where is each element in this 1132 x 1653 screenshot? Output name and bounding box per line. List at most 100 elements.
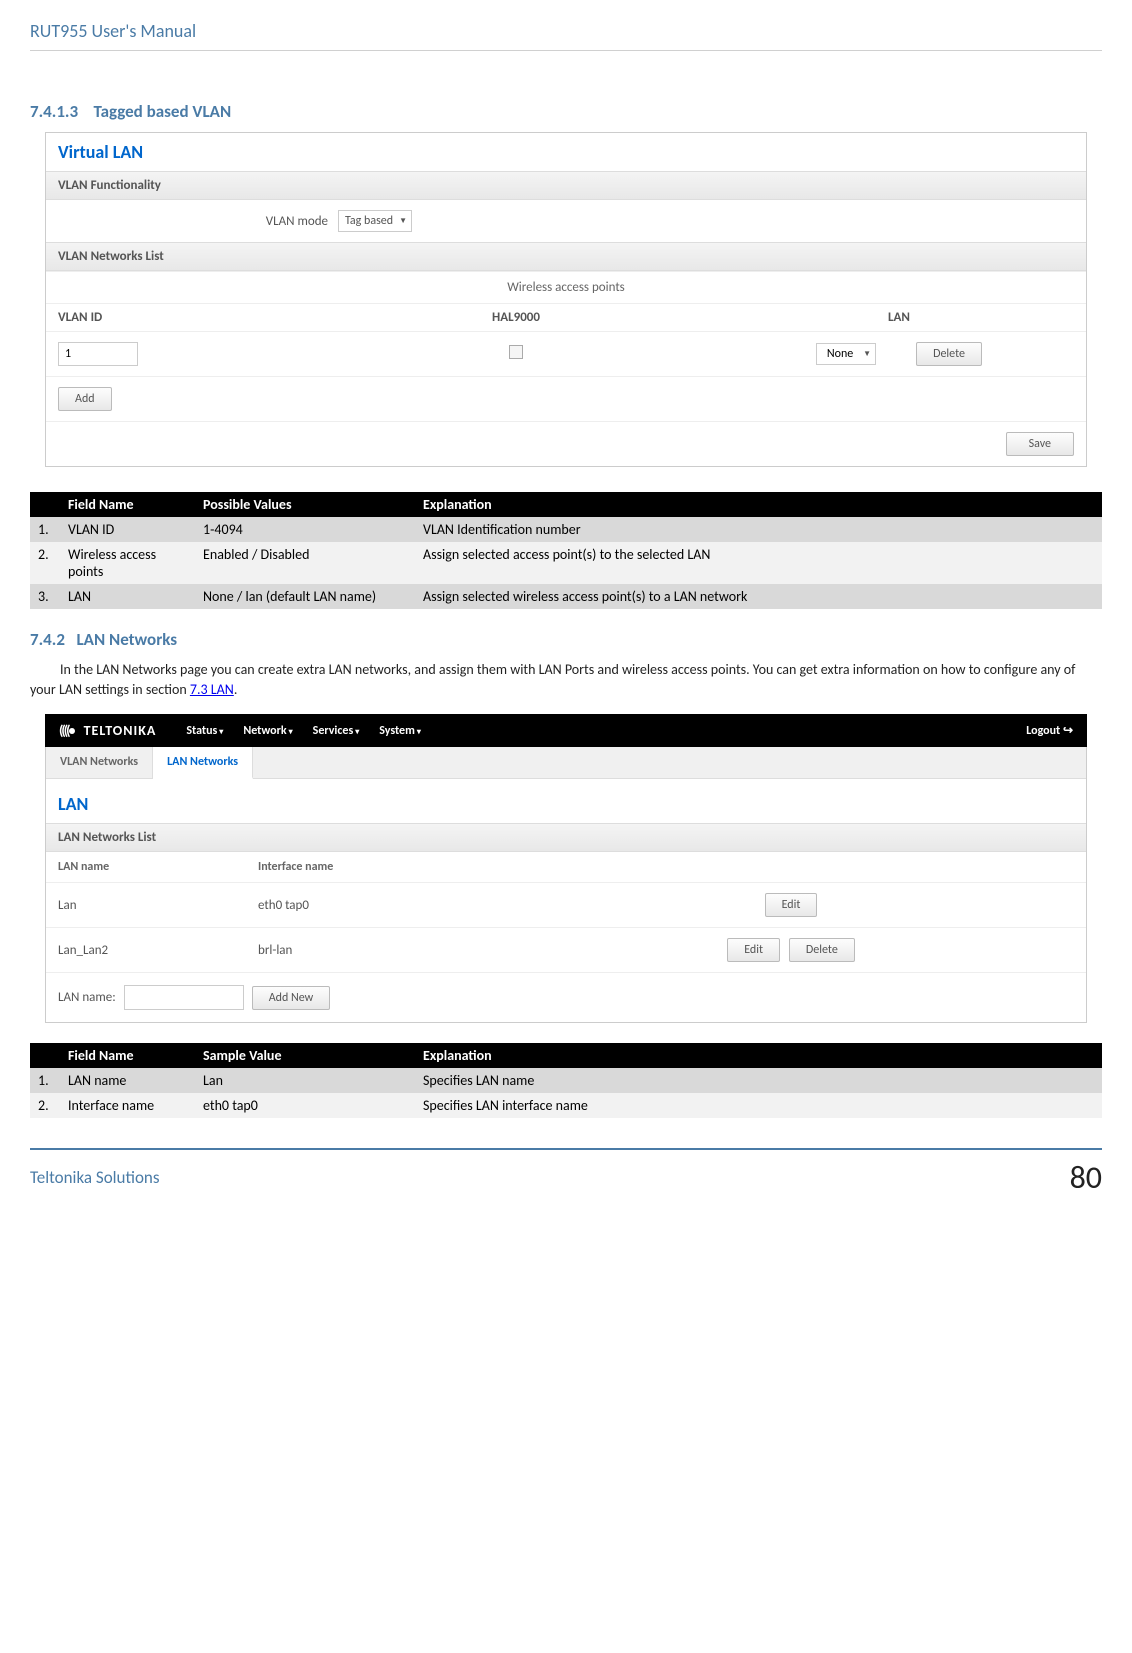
- delete-button[interactable]: Delete: [789, 938, 855, 962]
- table-row: 1. VLAN ID 1-4094 VLAN Identification nu…: [30, 517, 1102, 542]
- screenshot-virtual-lan: Virtual LAN VLAN Functionality VLAN mode…: [45, 132, 1087, 467]
- th-values: Sample Value: [195, 1043, 415, 1068]
- lan-select[interactable]: None: [816, 343, 876, 365]
- cell: LAN name: [60, 1068, 195, 1093]
- cell: Wireless access points: [60, 542, 195, 584]
- document-header: RUT955 User's Manual: [30, 20, 1102, 51]
- vlan-id-input[interactable]: 1: [58, 342, 138, 366]
- cell: VLAN Identification number: [415, 517, 1102, 542]
- th-num: [30, 1043, 60, 1068]
- cell: 3.: [30, 584, 60, 609]
- cell: 1.: [30, 1068, 60, 1093]
- page-number: 80: [1070, 1158, 1102, 1197]
- footer: Teltonika Solutions 80: [30, 1150, 1102, 1197]
- teltonika-logo: ((((• TELTONIKA: [59, 722, 156, 739]
- cell: Assign selected wireless access point(s)…: [415, 584, 1102, 609]
- page-title: LAN: [46, 779, 1086, 823]
- tab-bar: VLAN Networks LAN Networks: [46, 747, 1086, 779]
- section-name: Tagged based VLAN: [93, 101, 231, 122]
- cell: 2.: [30, 1093, 60, 1118]
- th-explanation: Explanation: [415, 1043, 1102, 1068]
- save-button-row: Save: [46, 421, 1086, 466]
- th-values: Possible Values: [195, 492, 415, 517]
- nav-logout[interactable]: Logout ↪: [1026, 723, 1073, 738]
- lan-name-label: LAN name:: [58, 990, 116, 1005]
- cell: Enabled / Disabled: [195, 542, 415, 584]
- vlan-mode-select[interactable]: Tag based: [338, 210, 412, 232]
- panel-vlan-networks: VLAN Networks List: [46, 242, 1086, 271]
- lan-name-input[interactable]: [124, 985, 244, 1010]
- logout-icon: ↪: [1063, 724, 1073, 738]
- add-button-row: Add: [46, 377, 1086, 421]
- cell: 1-4094: [195, 517, 415, 542]
- footer-company: Teltonika Solutions: [30, 1167, 160, 1188]
- cell: Specifies LAN interface name: [415, 1093, 1102, 1118]
- nav-network[interactable]: Network▾: [243, 724, 292, 738]
- cell: Specifies LAN name: [415, 1068, 1102, 1093]
- col-vlan-id: VLAN ID: [58, 310, 308, 325]
- vlan-data-row: 1 None Delete: [46, 332, 1086, 377]
- table-lan-fields: Field Name Sample Value Explanation 1. L…: [30, 1043, 1102, 1118]
- form-row-vlan-mode: VLAN mode Tag based: [46, 200, 1086, 242]
- body-paragraph: In the LAN Networks page you can create …: [30, 660, 1102, 699]
- hal9000-checkbox[interactable]: [509, 345, 523, 359]
- col-lan-name: LAN name: [58, 860, 258, 874]
- nav-status[interactable]: Status▾: [186, 724, 223, 738]
- th-explanation: Explanation: [415, 492, 1102, 517]
- tab-vlan-networks[interactable]: VLAN Networks: [46, 747, 153, 778]
- table-row: 3. LAN None / lan (default LAN name) Ass…: [30, 584, 1102, 609]
- table-vlan-fields: Field Name Possible Values Explanation 1…: [30, 492, 1102, 609]
- edit-button[interactable]: Edit: [765, 893, 818, 917]
- nav-services[interactable]: Services▾: [313, 724, 360, 738]
- col-lan: LAN: [724, 310, 1074, 325]
- wireless-ap-label: Wireless access points: [46, 271, 1086, 303]
- tab-lan-networks[interactable]: LAN Networks: [153, 747, 253, 779]
- navigation-bar: ((((• TELTONIKA Status▾ Network▾ Service…: [45, 714, 1087, 747]
- panel-vlan-functionality: VLAN Functionality: [46, 171, 1086, 200]
- section-title-tagged-vlan: 7.4.1.3 Tagged based VLAN: [30, 101, 1102, 122]
- chevron-down-icon: ▾: [289, 727, 293, 737]
- col-interface-name: Interface name: [258, 860, 508, 874]
- cell: 2.: [30, 542, 60, 584]
- add-lan-row: LAN name: Add New: [46, 973, 1086, 1022]
- lan-name-value: Lan: [58, 898, 258, 913]
- section-title-lan-networks: 7.4.2 LAN Networks: [30, 629, 1102, 650]
- cell: LAN: [60, 584, 195, 609]
- chevron-down-icon: ▾: [417, 727, 421, 737]
- delete-button[interactable]: Delete: [916, 342, 982, 366]
- cell: None / lan (default LAN name): [195, 584, 415, 609]
- vlan-column-headers: VLAN ID HAL9000 LAN: [46, 303, 1086, 332]
- cell: Assign selected access point(s) to the s…: [415, 542, 1102, 584]
- lan-name-value: Lan_Lan2: [58, 943, 258, 958]
- col-hal9000: HAL9000: [308, 310, 724, 325]
- interface-name-value: brl-lan: [258, 943, 508, 958]
- table-row: 1. LAN name Lan Specifies LAN name: [30, 1068, 1102, 1093]
- save-button[interactable]: Save: [1006, 432, 1074, 456]
- th-field: Field Name: [60, 1043, 195, 1068]
- page-title: Virtual LAN: [46, 133, 1086, 171]
- lan-column-headers: LAN name Interface name: [46, 852, 1086, 883]
- nav-system[interactable]: System▾: [379, 724, 421, 738]
- table-row: 2. Wireless access points Enabled / Disa…: [30, 542, 1102, 584]
- cell: 1.: [30, 517, 60, 542]
- chevron-down-icon: ▾: [219, 727, 223, 737]
- interface-name-value: eth0 tap0: [258, 898, 508, 913]
- vlan-mode-label: VLAN mode: [58, 214, 338, 229]
- add-button[interactable]: Add: [58, 387, 112, 411]
- cell: eth0 tap0: [195, 1093, 415, 1118]
- document-page: RUT955 User's Manual 7.4.1.3 Tagged base…: [0, 0, 1132, 1653]
- link-7-3-lan[interactable]: 7.3 LAN: [190, 681, 234, 698]
- th-num: [30, 492, 60, 517]
- th-field: Field Name: [60, 492, 195, 517]
- section-name: LAN Networks: [76, 629, 177, 650]
- cell: Lan: [195, 1068, 415, 1093]
- list-item: Lan eth0 tap0 Edit: [46, 883, 1086, 928]
- table-row: 2. Interface name eth0 tap0 Specifies LA…: [30, 1093, 1102, 1118]
- screenshot-lan-networks: ((((• TELTONIKA Status▾ Network▾ Service…: [45, 714, 1087, 1023]
- list-item: Lan_Lan2 brl-lan Edit Delete: [46, 928, 1086, 973]
- edit-button[interactable]: Edit: [727, 938, 780, 962]
- cell: VLAN ID: [60, 517, 195, 542]
- add-new-button[interactable]: Add New: [252, 986, 331, 1010]
- section-number: 7.4.2: [30, 629, 65, 650]
- cell: Interface name: [60, 1093, 195, 1118]
